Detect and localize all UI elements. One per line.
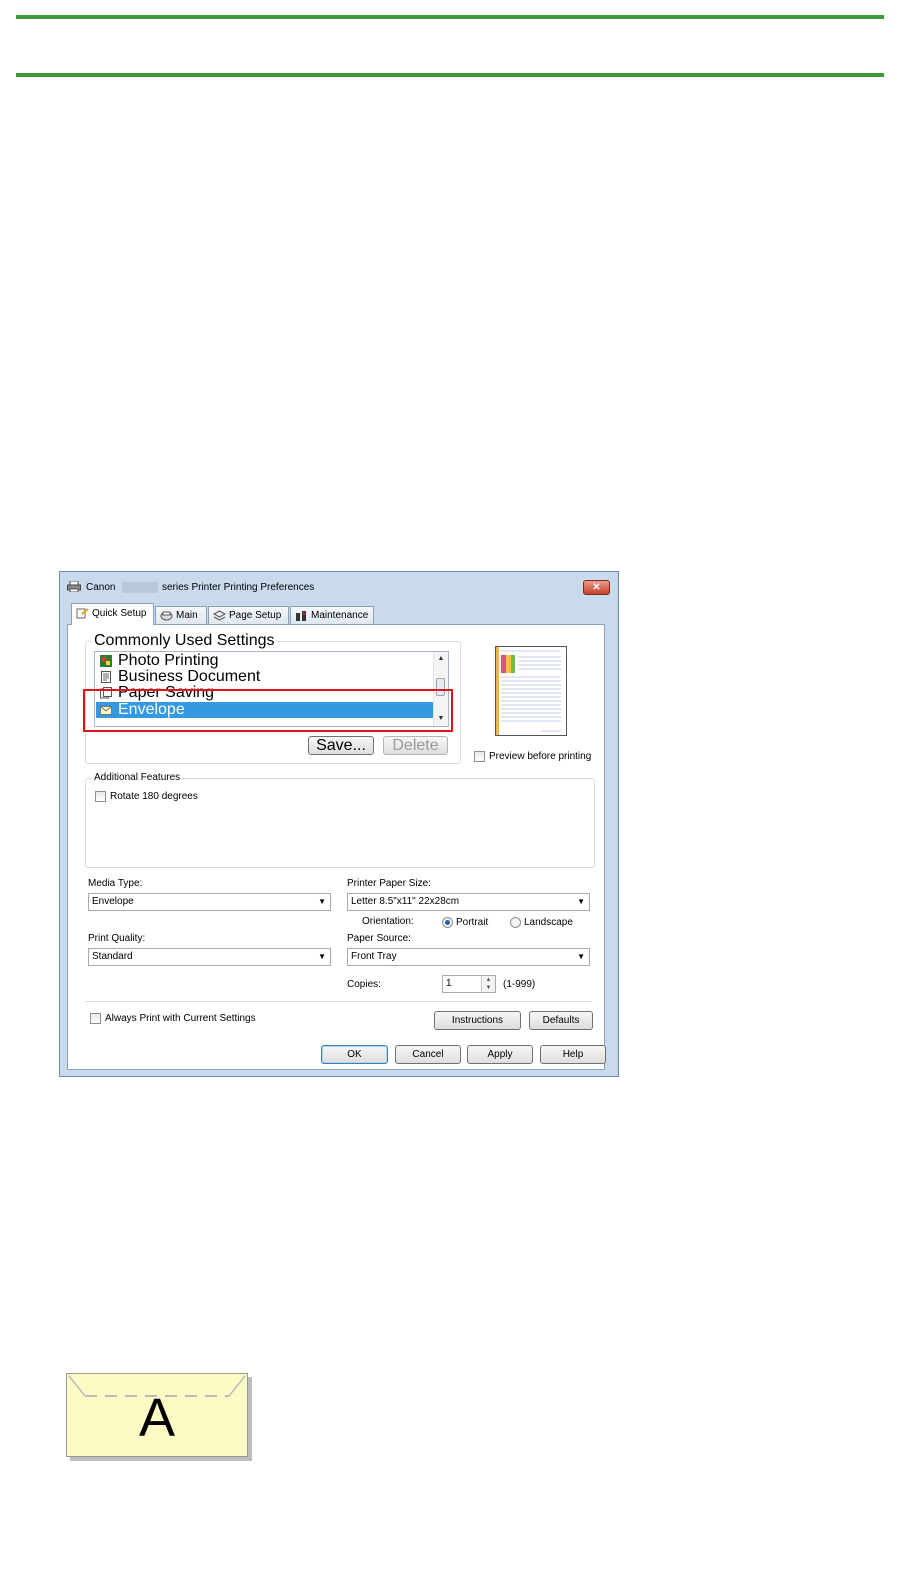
- portrait-label: Portrait: [456, 917, 489, 928]
- rotate-180-checkbox[interactable]: [95, 791, 106, 802]
- printer-paper-size-select[interactable]: Letter 8.5"x11" 22x28cm ▼: [347, 893, 590, 911]
- print-quality-label: Print Quality:: [88, 933, 146, 944]
- business-document-icon: [101, 671, 111, 683]
- copies-value: 1: [446, 978, 452, 989]
- printer-paper-size-value: Letter 8.5"x11" 22x28cm: [351, 896, 460, 907]
- copies-input[interactable]: 1 ▲ ▼: [442, 975, 496, 993]
- always-print-checkbox[interactable]: [90, 1013, 101, 1024]
- maintenance-icon: [296, 610, 306, 621]
- close-button[interactable]: ✕: [583, 580, 610, 595]
- title-bar: Canon series Printer Printing Preference…: [60, 572, 618, 602]
- delete-button[interactable]: Delete: [383, 736, 448, 755]
- list-item-label: Business Document: [118, 668, 261, 685]
- print-quality-select[interactable]: Standard ▼: [88, 948, 331, 966]
- apply-button[interactable]: Apply: [467, 1045, 533, 1064]
- tab-label: Main: [176, 610, 198, 621]
- scroll-up-icon[interactable]: ▲: [434, 652, 448, 666]
- chevron-down-icon: ▼: [577, 952, 585, 961]
- paper-source-label: Paper Source:: [347, 933, 411, 944]
- tab-main[interactable]: Main: [155, 606, 207, 624]
- printer-icon: [67, 581, 81, 592]
- paper-source-value: Front Tray: [351, 951, 397, 962]
- title-text-suffix: series Printer Printing Preferences: [162, 582, 315, 593]
- landscape-label: Landscape: [524, 917, 573, 928]
- chevron-down-icon: ▼: [577, 897, 585, 906]
- commonly-used-settings-label: Commonly Used Settings: [92, 632, 277, 649]
- envelope-illustration: A: [66, 1373, 248, 1457]
- ok-button[interactable]: OK: [321, 1045, 388, 1064]
- help-button[interactable]: Help: [540, 1045, 606, 1064]
- media-type-value: Envelope: [92, 896, 134, 907]
- media-type-select[interactable]: Envelope ▼: [88, 893, 331, 911]
- highlight-box: [83, 689, 453, 732]
- additional-features-label: Additional Features: [92, 772, 183, 784]
- preview-page-image: [496, 647, 561, 735]
- printer-paper-size-label: Printer Paper Size:: [347, 878, 431, 889]
- instructions-button[interactable]: Instructions: [434, 1011, 521, 1030]
- page-setup-icon: [213, 610, 226, 621]
- paper-preview: [495, 646, 567, 736]
- tab-label: Maintenance: [311, 610, 369, 621]
- list-item-business-document[interactable]: Business Document: [96, 669, 433, 685]
- top-rule: [16, 15, 884, 19]
- preview-before-printing-checkbox[interactable]: [474, 751, 485, 762]
- media-type-label: Media Type:: [88, 878, 143, 889]
- tab-label: Quick Setup: [92, 608, 147, 619]
- copies-range: (1-999): [503, 979, 536, 990]
- title-text-prefix: Canon: [86, 582, 116, 593]
- landscape-radio[interactable]: [510, 917, 521, 928]
- photo-printing-icon: [100, 655, 112, 667]
- defaults-button[interactable]: Defaults: [529, 1011, 593, 1030]
- list-item-photo-printing[interactable]: Photo Printing: [96, 653, 433, 669]
- paper-source-select[interactable]: Front Tray ▼: [347, 948, 590, 966]
- envelope-letter: A: [138, 1388, 176, 1448]
- rotate-180-label: Rotate 180 degrees: [110, 791, 198, 802]
- tab-label: Page Setup: [229, 610, 282, 621]
- separator: [85, 1001, 592, 1002]
- tab-page-setup[interactable]: Page Setup: [208, 606, 289, 624]
- main-icon: [160, 611, 173, 621]
- tab-quick-setup[interactable]: Quick Setup: [71, 603, 154, 625]
- quick-setup-icon: [76, 608, 89, 619]
- chevron-down-icon: ▼: [318, 952, 326, 961]
- close-icon: ✕: [592, 582, 601, 593]
- redacted-model-name: [122, 582, 158, 593]
- print-quality-value: Standard: [92, 951, 133, 962]
- portrait-radio[interactable]: [442, 917, 453, 928]
- chevron-down-icon: ▼: [318, 897, 326, 906]
- cancel-button[interactable]: Cancel: [395, 1045, 461, 1064]
- tab-maintenance[interactable]: Maintenance: [290, 606, 374, 624]
- header-rule: [16, 73, 884, 77]
- always-print-label: Always Print with Current Settings: [105, 1013, 256, 1024]
- preview-before-printing-label: Preview before printing: [489, 751, 592, 762]
- orientation-label: Orientation:: [362, 916, 414, 927]
- save-button[interactable]: Save...: [308, 736, 374, 755]
- list-item-label: Photo Printing: [118, 652, 219, 669]
- copies-label: Copies:: [347, 979, 381, 990]
- spin-arrows-icon[interactable]: ▲ ▼: [481, 976, 495, 992]
